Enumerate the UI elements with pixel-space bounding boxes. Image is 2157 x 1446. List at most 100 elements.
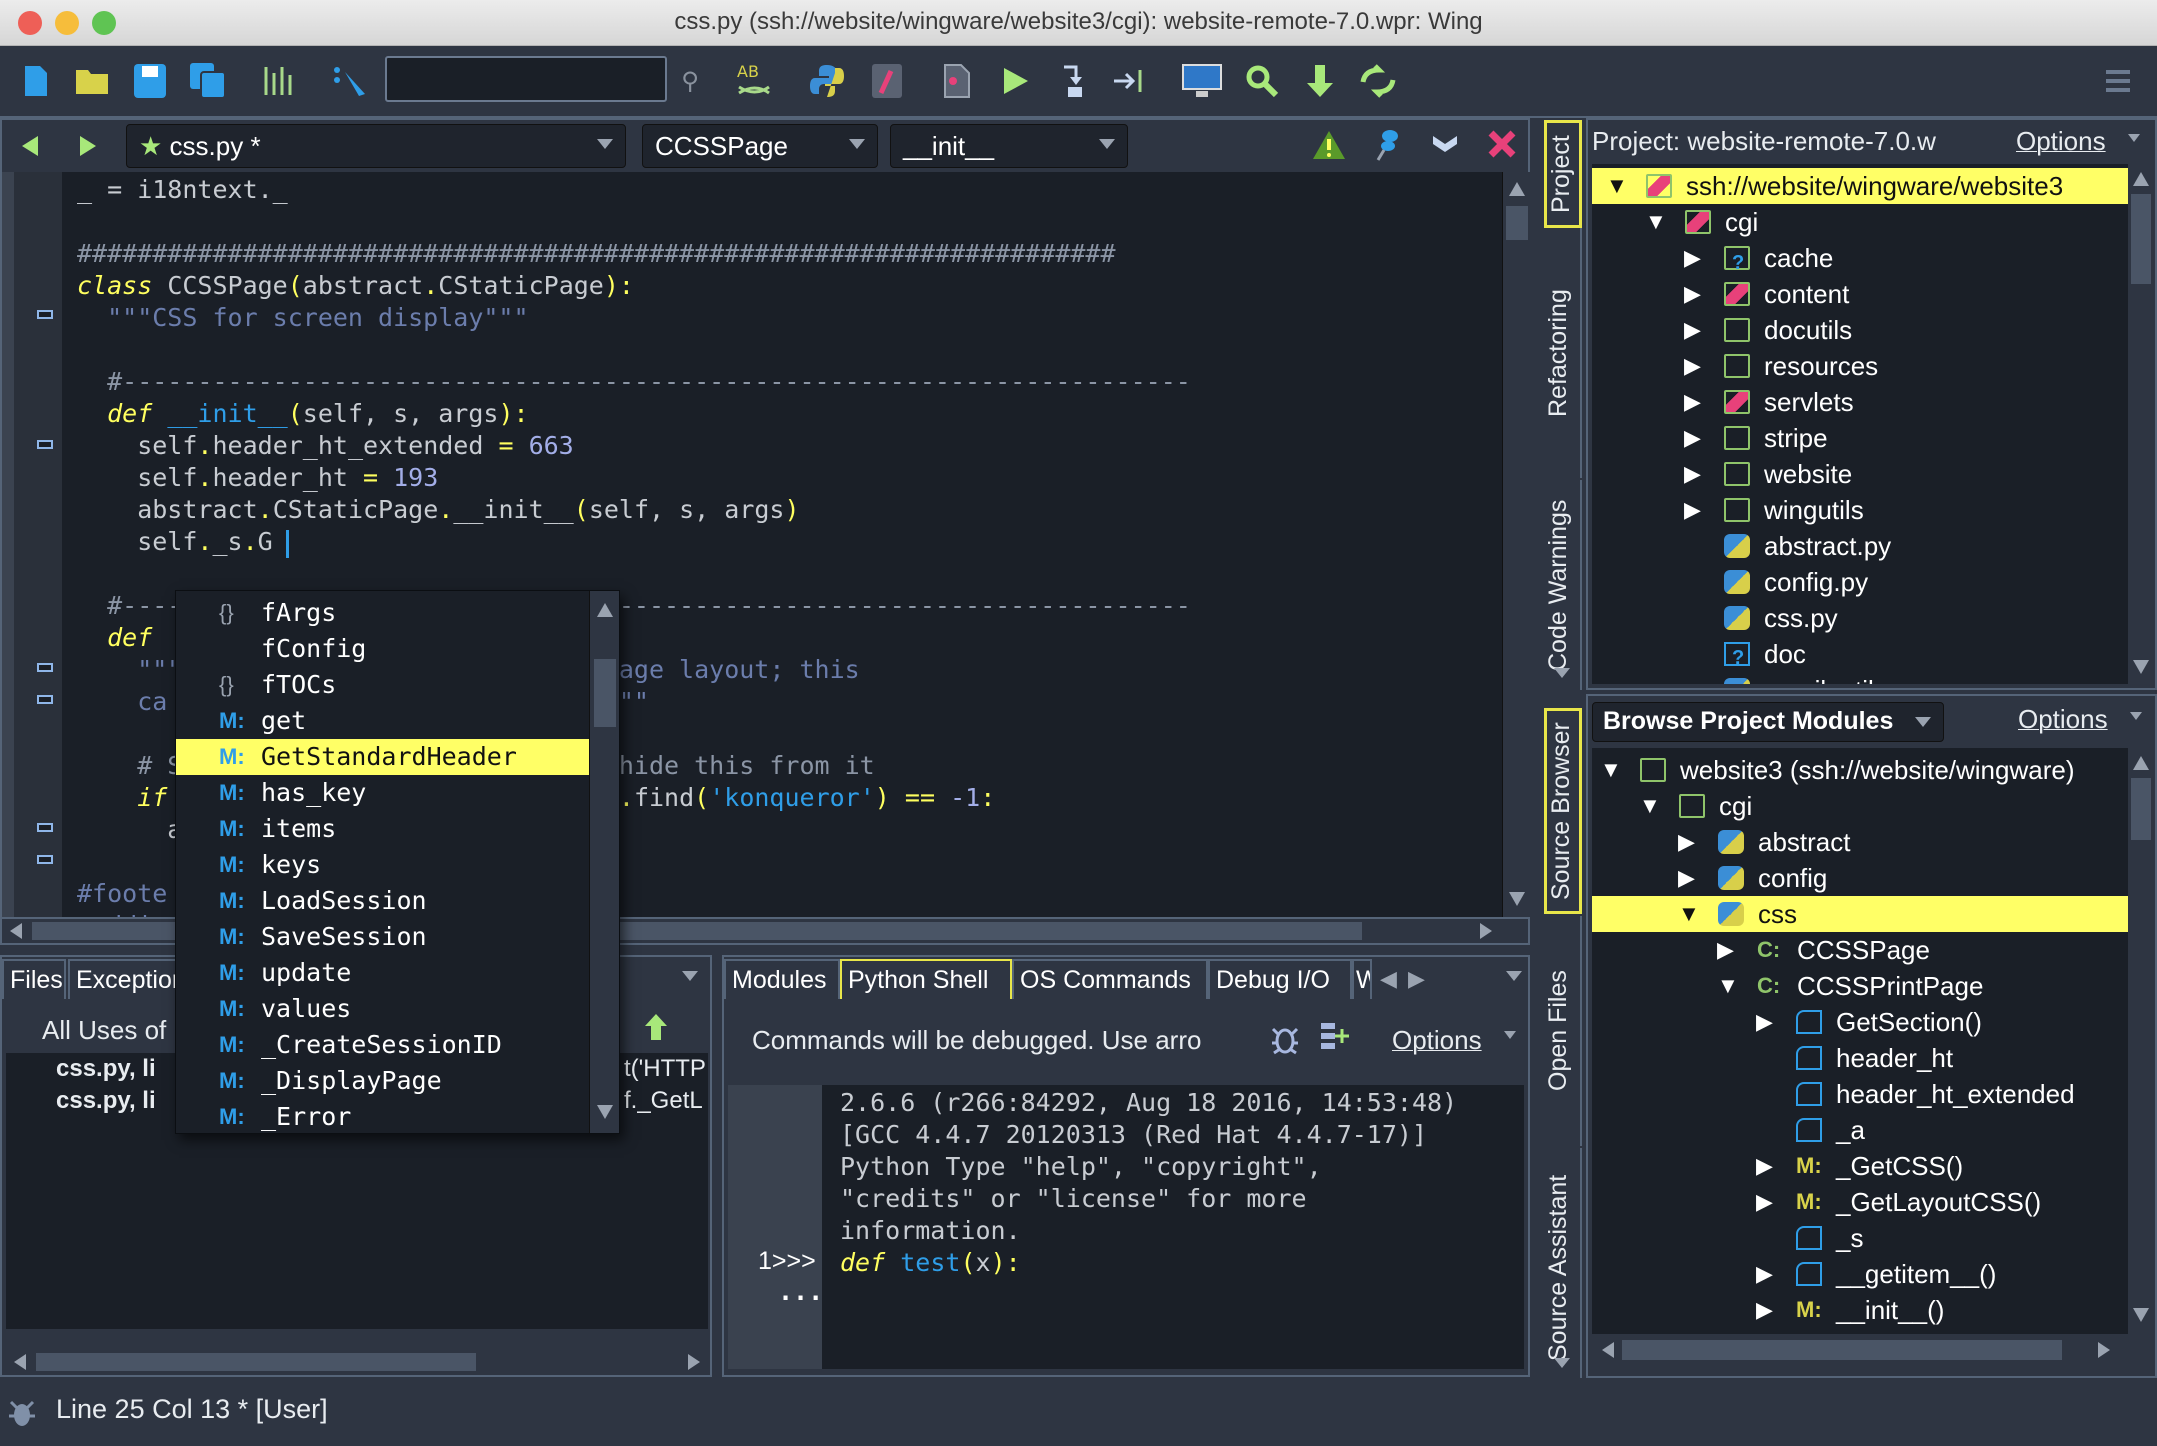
collapsed-triangle-icon[interactable]: ▶ xyxy=(1756,1256,1773,1292)
code-line[interactable]: paddin xyxy=(77,910,167,917)
shell-input-line[interactable]: def test(x): xyxy=(840,1247,1021,1279)
project-options-button[interactable]: Options xyxy=(2016,126,2106,157)
expanded-triangle-icon[interactable]: ▼ xyxy=(1600,752,1622,788)
pin-icon[interactable] xyxy=(1374,128,1402,166)
menu-hamburger-icon[interactable] xyxy=(2096,58,2140,104)
sync-icon[interactable] xyxy=(1356,58,1400,104)
tree-row[interactable]: ▶ M: _GetCSS() xyxy=(1592,1148,2128,1184)
tree-row[interactable]: ▶ config xyxy=(1592,860,2128,896)
tree-row[interactable]: ▶ M: _GetLayoutCSS() xyxy=(1592,1184,2128,1220)
collapsed-triangle-icon[interactable]: ▶ xyxy=(1756,1184,1773,1220)
run-icon[interactable] xyxy=(994,58,1038,104)
tree-row[interactable]: ▶ abstract xyxy=(1592,824,2128,860)
tree-row[interactable]: header_ht_extended xyxy=(1592,1076,2128,1112)
code-line[interactable]: self.header_ht = 193 xyxy=(77,462,438,494)
panel-menu-arrow-icon[interactable] xyxy=(682,971,698,981)
spell-check-icon[interactable]: AB xyxy=(733,58,777,104)
side-tab-code-warnings[interactable]: Code Warnings xyxy=(1544,480,1582,690)
download-icon[interactable] xyxy=(1298,58,1342,104)
tree-row[interactable]: ▼ C: CCSSPrintPage xyxy=(1592,968,2128,1004)
method-selector-combo[interactable]: __init__ xyxy=(890,124,1128,168)
tree-row[interactable]: ▼ website3 (ssh://website/wingware) xyxy=(1592,752,2128,788)
code-line[interactable]: _ = i18ntext._ xyxy=(77,174,288,206)
panel-menu-arrow-icon[interactable] xyxy=(1506,971,1522,981)
indent-tool-icon[interactable] xyxy=(258,58,302,104)
code-line[interactable]: abstract.CStaticPage.__init__(self, s, a… xyxy=(77,494,799,526)
tree-row[interactable]: ▼ cgi xyxy=(1592,788,2128,824)
remote-display-icon[interactable] xyxy=(1180,58,1224,104)
uses-horizontal-scrollbar[interactable] xyxy=(6,1350,708,1374)
tree-row[interactable]: ▶ stripe xyxy=(1592,420,2128,456)
tab-files[interactable]: Files xyxy=(2,959,66,999)
tree-row[interactable]: ▶ content xyxy=(1592,276,2128,312)
collapsed-triangle-icon[interactable]: ▶ xyxy=(1684,456,1701,492)
autocomplete-scrollbar[interactable] xyxy=(589,591,619,1133)
expanded-triangle-icon[interactable]: ▼ xyxy=(1639,788,1661,824)
code-line[interactable]: self._s.G xyxy=(77,526,273,558)
tree-row[interactable]: ▶ M: __init__() xyxy=(1592,1292,2128,1328)
add-to-shell-icon[interactable] xyxy=(1320,1021,1350,1059)
file-selector-combo[interactable]: ★ css.py * xyxy=(126,124,626,168)
close-editor-icon[interactable] xyxy=(1488,130,1516,162)
save-icon[interactable] xyxy=(128,58,172,104)
code-line[interactable]: def __init__(self, s, args): xyxy=(77,398,528,430)
browse-mode-combo[interactable]: Browse Project Modules xyxy=(1592,702,1944,742)
source-browser-tree[interactable]: ▼ website3 (ssh://website/wingware) ▼ cgi ▶ a… xyxy=(1592,748,2128,1334)
collapsed-triangle-icon[interactable]: ▶ xyxy=(1684,420,1701,456)
tree-row[interactable]: ▶ resources xyxy=(1592,348,2128,384)
search-icon[interactable]: ⚲ xyxy=(668,58,712,104)
tree-row[interactable]: ? doc xyxy=(1592,636,2128,672)
autocomplete-item[interactable]: M: GetStandardHeader xyxy=(176,739,589,775)
collapsed-triangle-icon[interactable]: ▶ xyxy=(1756,1148,1773,1184)
source-tree-vertical-scrollbar[interactable] xyxy=(2128,748,2154,1334)
tab-scroll-left-icon[interactable]: ◀ xyxy=(1380,967,1397,992)
shell-options-button[interactable]: Options xyxy=(1392,1025,1482,1056)
collapsed-triangle-icon[interactable]: ▶ xyxy=(1678,824,1695,860)
chevron-down-icon[interactable] xyxy=(1432,134,1458,158)
breakpoint-file-icon[interactable] xyxy=(935,58,979,104)
collapsed-triangle-icon[interactable]: ▶ xyxy=(1684,276,1701,312)
debug-status-bug-icon[interactable] xyxy=(8,1396,36,1432)
editor-vertical-scrollbar[interactable] xyxy=(1502,172,1530,917)
autocomplete-item[interactable]: M: values xyxy=(176,991,589,1027)
expanded-triangle-icon[interactable]: ▼ xyxy=(1645,204,1667,240)
source-browser-options-button[interactable]: Options xyxy=(2018,704,2108,735)
up-arrow-icon[interactable] xyxy=(644,1013,668,1045)
fold-toggle-icon[interactable] xyxy=(37,695,53,704)
tree-row[interactable]: ▼ ssh://website/wingware/website3 xyxy=(1592,168,2128,204)
expanded-triangle-icon[interactable]: ▼ xyxy=(1717,968,1739,1004)
autocomplete-item[interactable]: M: keys xyxy=(176,847,589,883)
project-tree-scrollbar[interactable] xyxy=(2128,164,2154,684)
code-line[interactable]: self.header_ht_extended = 663 xyxy=(77,430,574,462)
autocomplete-item[interactable]: M: get xyxy=(176,703,589,739)
autocomplete-item[interactable]: {} fTOCs xyxy=(176,667,589,703)
tab-overflow[interactable]: W xyxy=(1352,959,1372,999)
step-into-icon[interactable] xyxy=(1052,58,1096,104)
collapsed-triangle-icon[interactable]: ▶ xyxy=(1684,384,1701,420)
tree-row[interactable]: ▶? cache xyxy=(1592,240,2128,276)
forward-arrow-icon[interactable] xyxy=(78,134,98,162)
step-out-icon[interactable] xyxy=(1108,58,1152,104)
side-tab-open-files[interactable]: Open Files xyxy=(1544,916,1582,1146)
tree-row[interactable]: _s xyxy=(1592,1220,2128,1256)
tree-row[interactable]: ▼ cgi xyxy=(1592,204,2128,240)
collapsed-triangle-icon[interactable]: ▶ xyxy=(1684,348,1701,384)
tree-row[interactable]: abstract.py xyxy=(1592,528,2128,564)
tree-row[interactable]: ▶ GetSection() xyxy=(1592,1004,2128,1040)
toolbar-search-input[interactable] xyxy=(385,56,667,102)
collapsed-triangle-icon[interactable]: ▶ xyxy=(1684,312,1701,348)
code-line[interactable]: #---------------------------------------… xyxy=(77,366,1191,398)
tab-python-shell[interactable]: Python Shell xyxy=(840,959,1012,999)
autocomplete-item[interactable]: fConfig xyxy=(176,631,589,667)
class-selector-combo[interactable]: CCSSPage xyxy=(642,124,878,168)
autocomplete-item[interactable]: M: items xyxy=(176,811,589,847)
tree-row[interactable]: email_utils.py xyxy=(1592,672,2128,684)
collapsed-triangle-icon[interactable]: ▶ xyxy=(1684,492,1701,528)
code-line[interactable]: def xyxy=(77,622,152,654)
debug-bug-icon[interactable] xyxy=(1270,1021,1300,1059)
fold-toggle-icon[interactable] xyxy=(37,663,53,672)
select-pointer-icon[interactable] xyxy=(330,58,374,104)
tree-row[interactable]: ▶ __getitem__() xyxy=(1592,1256,2128,1292)
tab-modules[interactable]: Modules xyxy=(724,959,840,999)
autocomplete-item[interactable]: M: update xyxy=(176,955,589,991)
